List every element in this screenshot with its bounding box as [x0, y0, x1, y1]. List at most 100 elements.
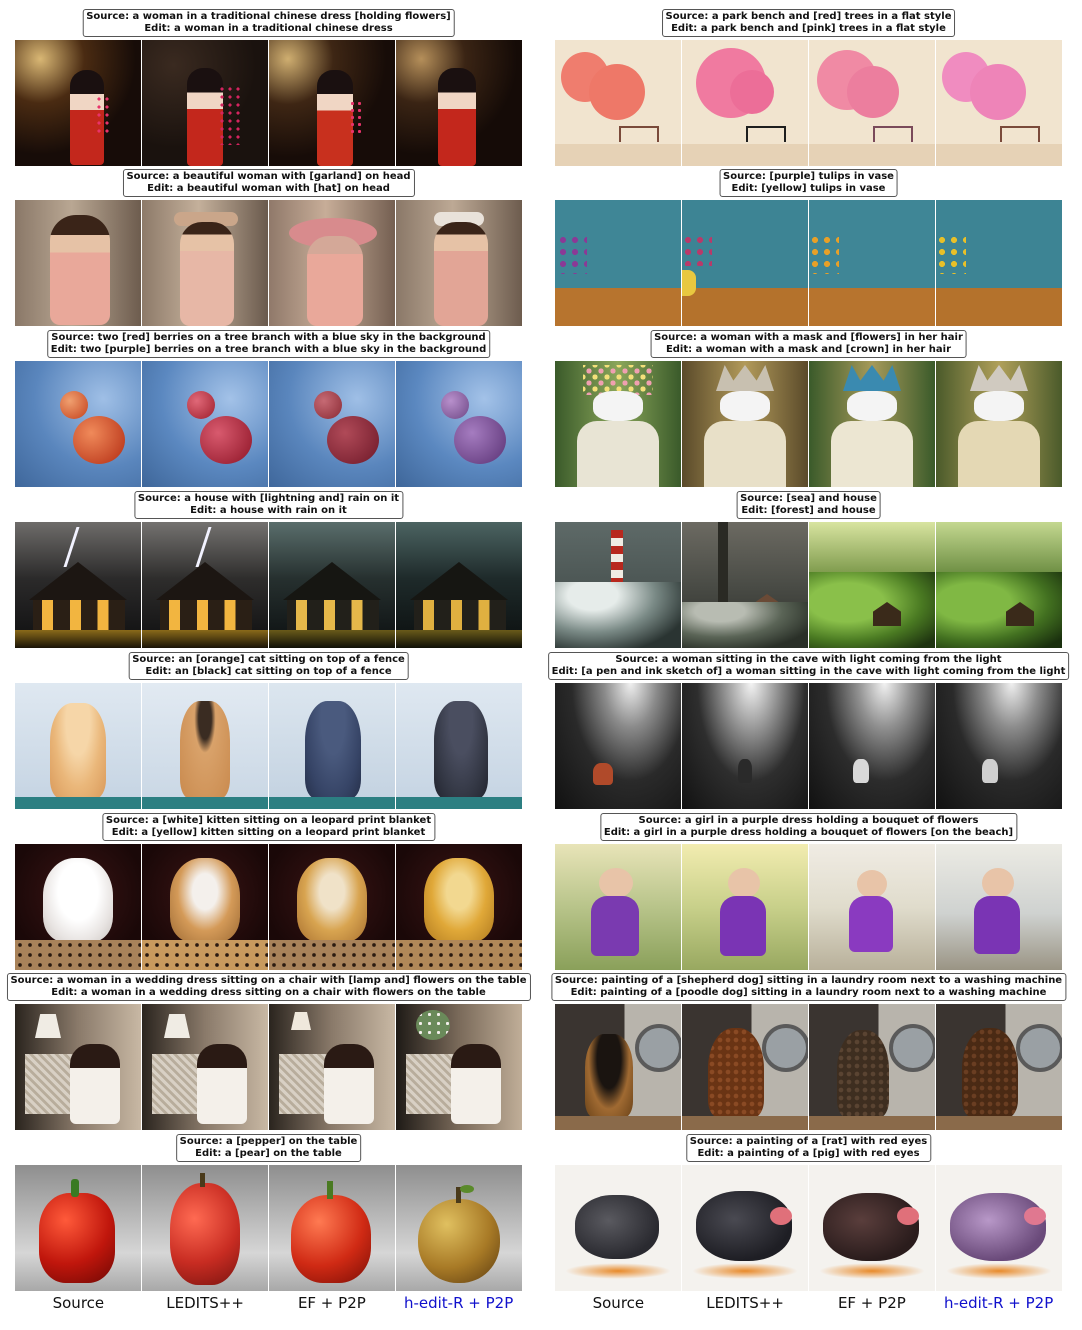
caption: Source: an [orange] cat sitting on top o… — [128, 652, 409, 680]
hedit-image — [396, 683, 522, 809]
caption: Source: a house with [lightning and] rai… — [133, 491, 404, 519]
label-hedit-p2p: h-edit-R + P2P — [403, 1294, 514, 1312]
source-prompt: Source: a [white] kitten sitting on a le… — [105, 815, 432, 826]
label-ledits: LEDITS++ — [166, 1294, 244, 1312]
hedit-image — [936, 361, 1062, 487]
hedit-image — [396, 522, 522, 648]
ef-image — [269, 200, 396, 326]
ef-image — [809, 522, 936, 648]
hedit-image — [936, 683, 1062, 809]
edit-prompt: Edit: a woman in a traditional chinese d… — [144, 23, 393, 34]
hedit-image — [396, 1004, 522, 1130]
hedit-image — [936, 1165, 1062, 1291]
ledits-image — [682, 683, 809, 809]
image-strip — [15, 40, 522, 166]
column-labels-right: Source LEDITS++ EF + P2P h-edit-R + P2P — [555, 1294, 1062, 1312]
ledits-image — [142, 1004, 269, 1130]
image-strip — [555, 1004, 1062, 1130]
hedit-image — [936, 1004, 1062, 1130]
source-image — [15, 1165, 142, 1291]
ledits-image — [142, 844, 269, 970]
edit-prompt: Edit: a woman with a mask and [crown] in… — [665, 344, 952, 355]
image-strip — [15, 683, 522, 809]
edit-prompt: Edit: [a pen and ink sketch of] a woman … — [551, 666, 1066, 677]
label-ef-p2p: EF + P2P — [297, 1294, 366, 1312]
caption: Source: a woman with a mask and [flowers… — [650, 330, 967, 358]
source-prompt: Source: a house with [lightning and] rai… — [137, 493, 400, 504]
label-source: Source — [592, 1294, 645, 1312]
ledits-image — [142, 361, 269, 487]
source-image — [15, 361, 142, 487]
image-strip — [15, 844, 522, 970]
hedit-image — [936, 844, 1062, 970]
source-prompt: Source: a beautiful woman with [garland]… — [126, 171, 411, 182]
source-prompt: Source: [purple] tulips in vase — [723, 171, 894, 182]
label-source: Source — [52, 1294, 105, 1312]
source-prompt: Source: painting of a [shepherd dog] sit… — [554, 975, 1063, 986]
edit-prompt: Edit: a [pear] on the table — [195, 1148, 342, 1159]
source-image — [15, 522, 142, 648]
source-prompt: Source: a woman in a wedding dress sitti… — [10, 975, 527, 986]
edit-prompt: Edit: a park bench and [pink] trees in a… — [671, 23, 946, 34]
source-prompt: Source: a [pepper] on the table — [179, 1136, 358, 1147]
source-image — [555, 361, 682, 487]
edit-prompt: Edit: a [yellow] kitten sitting on a leo… — [111, 827, 426, 838]
caption: Source: a beautiful woman with [garland]… — [122, 169, 415, 197]
ef-image — [269, 1165, 396, 1291]
source-image — [15, 1004, 142, 1130]
hedit-image — [936, 522, 1062, 648]
ledits-image — [682, 40, 809, 166]
image-strip — [15, 1004, 522, 1130]
caption: Source: a girl in a purple dress holding… — [599, 813, 1018, 841]
source-image — [555, 200, 682, 326]
image-strip — [15, 522, 522, 648]
edit-prompt: Edit: a beautiful woman with [hat] on he… — [147, 183, 390, 194]
column-labels-left: Source LEDITS++ EF + P2P h-edit-R + P2P — [15, 1294, 522, 1312]
image-strip — [555, 1165, 1062, 1291]
ledits-image — [142, 683, 269, 809]
edit-prompt: Edit: a woman in a wedding dress sitting… — [51, 987, 486, 998]
source-prompt: Source: a park bench and [red] trees in … — [665, 11, 952, 22]
edit-prompt: Edit: a girl in a purple dress holding a… — [603, 827, 1014, 838]
image-strip — [15, 200, 522, 326]
ef-image — [269, 1004, 396, 1130]
source-image — [15, 683, 142, 809]
ledits-image — [682, 200, 809, 326]
edit-prompt: Edit: an [black] cat sitting on top of a… — [145, 666, 392, 677]
image-strip — [555, 683, 1062, 809]
ef-image — [269, 844, 396, 970]
source-prompt: Source: a woman with a mask and [flowers… — [654, 332, 963, 343]
source-prompt: Source: an [orange] cat sitting on top o… — [132, 654, 405, 665]
caption: Source: a painting of a [rat] with red e… — [685, 1134, 932, 1162]
caption: Source: a woman sitting in the cave with… — [547, 652, 1070, 680]
caption: Source: a woman in a wedding dress sitti… — [6, 973, 531, 1001]
ledits-image — [142, 1165, 269, 1291]
image-strip — [555, 200, 1062, 326]
image-strip — [15, 361, 522, 487]
image-strip — [555, 40, 1062, 166]
source-prompt: Source: a woman sitting in the cave with… — [615, 654, 1002, 665]
source-image — [555, 40, 682, 166]
label-hedit-p2p: h-edit-R + P2P — [943, 1294, 1054, 1312]
source-image — [15, 200, 142, 326]
label-ledits: LEDITS++ — [706, 1294, 784, 1312]
caption: Source: a woman in a traditional chinese… — [82, 9, 455, 37]
hedit-image — [396, 200, 522, 326]
source-image — [555, 522, 682, 648]
source-image — [555, 683, 682, 809]
ledits-image — [682, 522, 809, 648]
caption: Source: painting of a [shepherd dog] sit… — [550, 973, 1067, 1001]
caption: Source: [purple] tulips in vase Edit: [ye… — [719, 169, 898, 197]
ledits-image — [682, 1165, 809, 1291]
ef-image — [809, 1004, 936, 1130]
ledits-image — [682, 844, 809, 970]
edit-prompt: Edit: two [purple] berries on a tree bra… — [50, 344, 487, 355]
ef-image — [269, 361, 396, 487]
caption: Source: [sea] and house Edit: [forest] an… — [736, 491, 881, 519]
source-image — [555, 1165, 682, 1291]
edit-prompt: Edit: a house with rain on it — [190, 505, 347, 516]
ef-image — [809, 1165, 936, 1291]
source-prompt: Source: a painting of a [rat] with red e… — [689, 1136, 928, 1147]
caption: Source: two [red] berries on a tree bran… — [46, 330, 491, 358]
ledits-image — [682, 1004, 809, 1130]
